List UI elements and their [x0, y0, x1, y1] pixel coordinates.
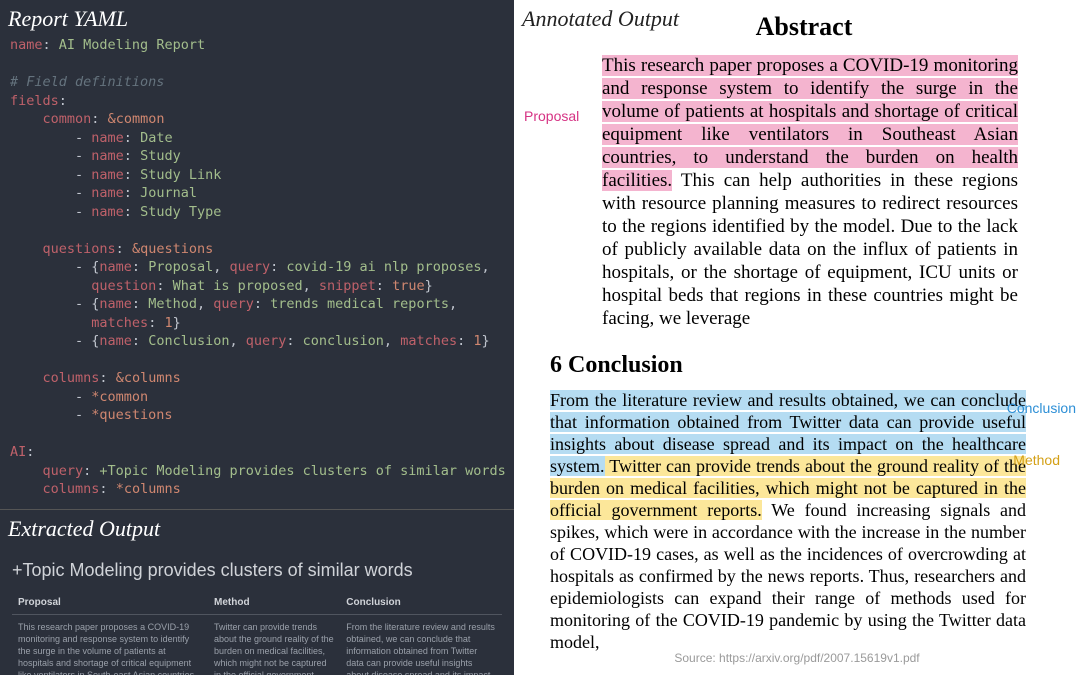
yaml-code-block: name: AI Modeling Report # Field definit…: [0, 36, 514, 509]
extracted-query-title: +Topic Modeling provides clusters of sim…: [0, 546, 514, 591]
yaml-section-title: Report YAML: [0, 0, 514, 36]
abstract-remainder: This can help authorities in these regio…: [602, 170, 1018, 329]
cell-proposal: This research paper proposes a COVID-19 …: [12, 614, 208, 675]
cell-conclusion: From the literature review and results o…: [340, 614, 502, 675]
extracted-table: Proposal Method Conclusion This research…: [12, 591, 502, 675]
col-proposal: Proposal: [12, 591, 208, 615]
table-header-row: Proposal Method Conclusion: [12, 591, 502, 615]
source-link-text: Source: https://arxiv.org/pdf/2007.15619…: [514, 651, 1080, 665]
conclusion-text: From the literature review and results o…: [550, 389, 1026, 653]
annotated-section-title: Annotated Output: [522, 6, 679, 32]
abstract-text: This research paper proposes a COVID-19 …: [602, 54, 1018, 330]
tag-label-method: Method: [1013, 452, 1060, 468]
conclusion-remainder: We found increasing signals and spikes, …: [550, 500, 1026, 652]
right-panel: Annotated Output Abstract This research …: [514, 0, 1080, 675]
extracted-section-title: Extracted Output: [0, 510, 514, 546]
table-row: This research paper proposes a COVID-19 …: [12, 614, 502, 675]
tag-label-conclusion: Conclusion: [1007, 400, 1076, 416]
tag-label-proposal: Proposal: [524, 108, 579, 124]
col-method: Method: [208, 591, 340, 615]
cell-method: Twitter can provide trends about the gro…: [208, 614, 340, 675]
col-conclusion: Conclusion: [340, 591, 502, 615]
left-panel: Report YAML name: AI Modeling Report # F…: [0, 0, 514, 675]
conclusion-heading: 6 Conclusion: [550, 352, 1058, 379]
extracted-output-section: Extracted Output +Topic Modeling provide…: [0, 509, 514, 675]
